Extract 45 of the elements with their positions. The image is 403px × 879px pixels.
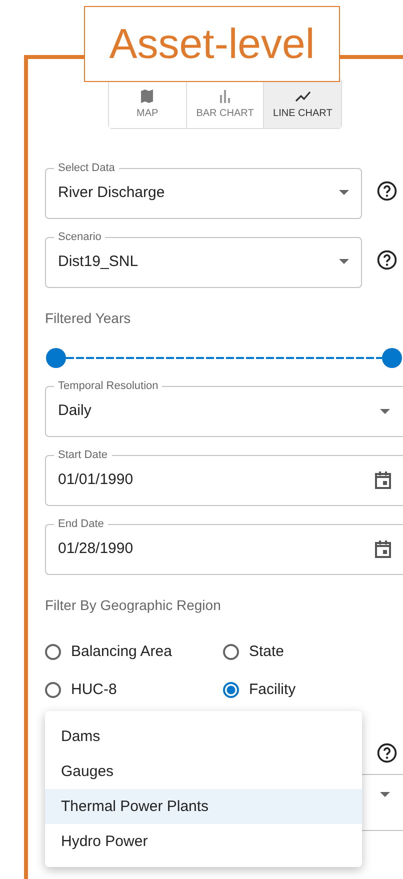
slider-thumb[interactable] [382,348,402,368]
radio-button[interactable] [45,644,61,660]
radio-button[interactable] [45,682,61,698]
radio-button[interactable] [223,682,239,698]
field-value: River Discharge [58,184,165,200]
date-field[interactable]: End Date 01/28/1990 [45,518,403,575]
field-label: Scenario [57,231,102,243]
radio-option[interactable]: Balancing Area [45,643,223,660]
range-slider[interactable] [46,348,402,368]
date-field[interactable]: Start Date 01/01/1990 [45,449,403,506]
select-field[interactable]: Select Data River Discharge [45,162,362,219]
caret-icon [339,190,349,194]
caret-icon [380,409,390,414]
menu-item[interactable]: Thermal Power Plants [45,789,362,824]
calendar-icon[interactable] [373,539,393,559]
select-field[interactable]: Scenario Dist19_SNL [45,231,362,288]
section-label: Filtered Years [45,310,132,326]
field-label: Temporal Resolution [57,380,160,392]
menu-item[interactable]: Hydro Power [45,824,362,859]
menu-item[interactable]: Gauges [45,754,362,789]
title-label: Asset-level [84,6,340,82]
help-icon[interactable] [376,248,398,270]
select-field[interactable]: Temporal Resolution Daily [45,380,403,437]
bar-chart-icon [217,88,233,104]
help-icon[interactable] [376,742,398,764]
view-tab[interactable]: LINE CHART [263,79,342,128]
radio-option[interactable]: HUC-8 [45,681,223,698]
slider-thumb[interactable] [46,348,66,368]
map-icon [139,88,156,104]
calendar-icon[interactable] [373,470,393,490]
field-label: End Date [57,518,105,530]
radio-button[interactable] [223,644,239,660]
field-label: Select Data [57,162,116,174]
caret-icon [339,258,349,264]
field-value: Daily [58,402,92,418]
field-value: 01/01/1990 [58,470,134,488]
help-icon[interactable] [376,180,398,202]
field-value: 01/28/1990 [58,540,134,556]
section-label: Filter By Geographic Region [45,597,222,613]
field-label: Start Date [57,449,109,461]
field-value: Dist19_SNL [58,252,138,270]
menu-item[interactable]: Dams [45,719,362,754]
radio-option[interactable]: Facility [223,681,403,698]
caret-icon [380,792,390,797]
radio-option[interactable]: State [223,643,403,660]
